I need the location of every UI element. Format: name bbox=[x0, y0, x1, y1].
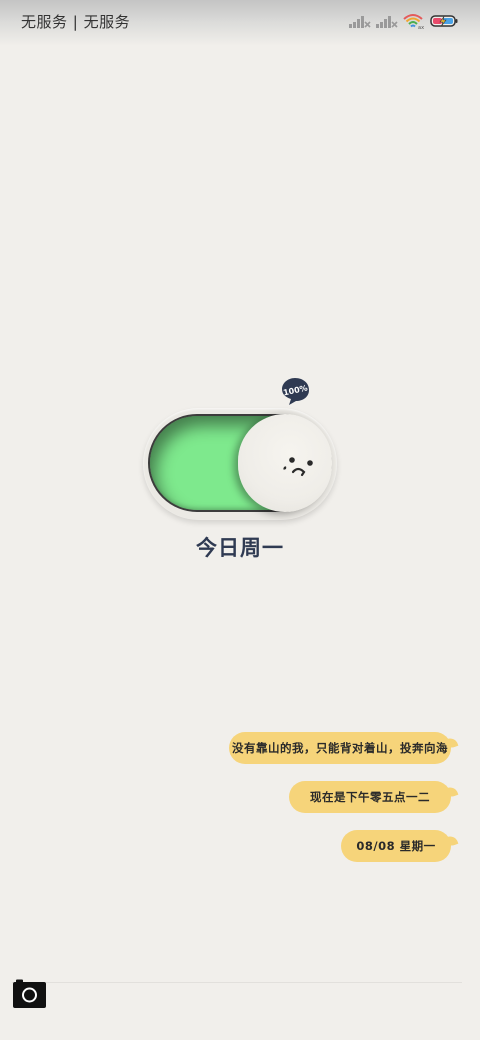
camera-icon[interactable] bbox=[12, 979, 47, 1009]
message-bubble: 没有靠山的我，只能背对着山，投奔向海 bbox=[229, 732, 451, 764]
sad-face-icon bbox=[283, 457, 313, 477]
lock-screen: 无服务 | 无服务 ax 100% 今日周一 没有靠山的我，只能背对着山，投奔向… bbox=[0, 0, 480, 1040]
battery-toggle[interactable] bbox=[143, 408, 337, 520]
signal-off-icon bbox=[349, 16, 371, 28]
signal-off-icon bbox=[376, 16, 398, 28]
battery-badge: 100% bbox=[282, 378, 309, 405]
wifi-icon: ax bbox=[403, 14, 424, 29]
toggle-knob[interactable] bbox=[238, 414, 332, 512]
divider bbox=[12, 982, 462, 983]
svg-text:ax: ax bbox=[418, 25, 424, 29]
message-bubble: 08/08 星期一 bbox=[341, 830, 451, 862]
day-label: 今日周一 bbox=[196, 536, 284, 560]
carrier-label: 无服务 | 无服务 bbox=[21, 13, 131, 31]
status-bar: 无服务 | 无服务 ax bbox=[0, 0, 480, 46]
status-icons: ax bbox=[349, 12, 458, 30]
message-bubble: 现在是下午零五点一二 bbox=[289, 781, 451, 813]
battery-charging-icon bbox=[430, 15, 458, 27]
